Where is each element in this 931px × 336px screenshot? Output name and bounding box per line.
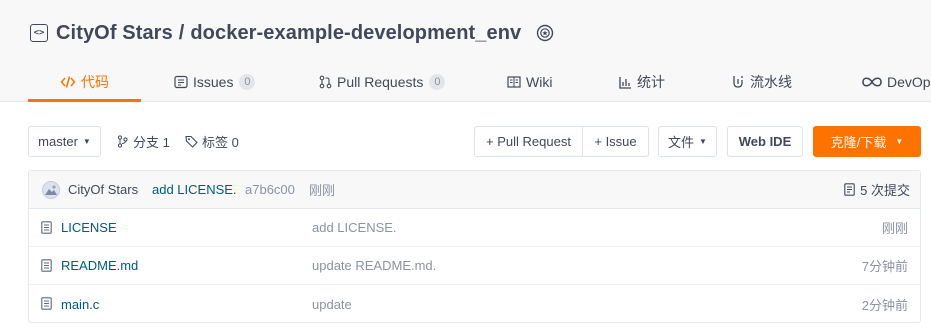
web-ide-button[interactable]: Web IDE <box>727 126 803 157</box>
tab-code[interactable]: 代码 <box>60 62 109 102</box>
file-name-link[interactable]: main.c <box>61 297 99 312</box>
tab-devops-label: DevOp <box>887 74 931 90</box>
commit-count-label: 5 次提交 <box>860 183 910 198</box>
file-commit-message-link[interactable]: add LICENSE. <box>312 220 397 235</box>
repo-code-icon: <> <box>30 24 48 42</box>
branch-select-label: master <box>38 134 78 149</box>
file-icon <box>41 221 52 237</box>
stats-icon <box>619 76 632 89</box>
issues-icon <box>174 75 188 89</box>
tab-wiki-label: Wiki <box>526 74 553 90</box>
commit-sha-link[interactable]: a7b6c00 <box>245 182 295 197</box>
file-icon <box>41 297 52 313</box>
branches-link[interactable]: 分支 1 <box>117 126 170 157</box>
commit-message-link[interactable]: add LICENSE. <box>152 182 237 197</box>
wiki-icon <box>507 76 521 88</box>
branch-select[interactable]: master ▼ <box>28 126 101 157</box>
commit-author-link[interactable]: CityOf Stars <box>68 182 138 197</box>
tags-label: 标签 0 <box>202 135 239 150</box>
file-commit-message-link[interactable]: update README.md. <box>312 258 436 273</box>
file-row[interactable]: main.c update 2分钟前 <box>29 285 920 323</box>
commit-count-link[interactable]: 5 次提交 <box>844 180 910 199</box>
tab-devops[interactable]: DevOp <box>862 62 931 102</box>
tab-code-label: 代码 <box>81 74 109 90</box>
issues-count-badge: 0 <box>239 74 256 90</box>
tab-issues[interactable]: Issues 0 <box>174 62 256 102</box>
file-name-link[interactable]: README.md <box>61 258 138 273</box>
pull-requests-count-badge: 0 <box>429 74 446 90</box>
file-commit-time: 2分钟前 <box>861 297 908 313</box>
caret-down-icon: ▼ <box>699 137 707 146</box>
file-commit-time: 7分钟前 <box>861 259 908 274</box>
repo-title: <> CityOf Stars / docker-example-develop… <box>30 20 555 46</box>
clone-download-button[interactable]: 克隆/下载 ▼ <box>813 126 921 157</box>
file-commit-message-link[interactable]: update <box>312 297 352 312</box>
new-issue-button[interactable]: + Issue <box>582 126 649 157</box>
tab-stats[interactable]: 统计 <box>619 62 665 102</box>
tag-icon <box>185 135 198 148</box>
tab-pipeline-label: 流水线 <box>750 74 792 90</box>
code-icon <box>60 75 76 89</box>
tab-stats-label: 统计 <box>637 74 665 90</box>
file-icon <box>41 259 52 275</box>
repo-separator: / <box>178 21 185 44</box>
file-name-link[interactable]: LICENSE <box>61 220 117 235</box>
file-list: CityOf Stars add LICENSE. a7b6c00 刚刚 5 次… <box>28 170 921 323</box>
commit-time: 刚刚 <box>309 183 336 198</box>
caret-down-icon: ▼ <box>82 137 91 146</box>
active-tab-indicator <box>28 99 141 102</box>
pull-request-icon <box>319 75 332 89</box>
tab-wiki[interactable]: Wiki <box>507 62 552 102</box>
branches-label: 分支 1 <box>133 135 170 150</box>
file-row[interactable]: README.md update README.md. 7分钟前 <box>29 247 920 285</box>
tab-issues-label: Issues <box>193 74 234 90</box>
pipeline-icon <box>731 75 745 89</box>
tab-pull-requests-label: Pull Requests <box>337 74 424 90</box>
file-commit-time: 刚刚 <box>881 221 908 236</box>
file-row[interactable]: LICENSE add LICENSE. 刚刚 <box>29 209 920 247</box>
repo-name-link[interactable]: docker-example-development_env <box>190 22 521 45</box>
branch-icon <box>117 135 128 148</box>
new-pull-request-button[interactable]: + Pull Request <box>474 126 583 157</box>
file-menu-button[interactable]: 文件 ▼ <box>658 126 717 157</box>
devops-icon <box>862 76 882 88</box>
repo-owner-link[interactable]: CityOf Stars <box>56 22 173 45</box>
author-avatar[interactable] <box>42 181 60 199</box>
file-menu-label: 文件 <box>668 135 695 150</box>
caret-down-icon: ▼ <box>895 137 904 146</box>
tags-link[interactable]: 标签 0 <box>185 126 239 157</box>
repo-tabs: 代码 Issues 0 Pull Requests 0 Wiki 统计 流水线 … <box>0 62 931 102</box>
recommend-badge-icon[interactable] <box>535 23 555 43</box>
tab-pull-requests[interactable]: Pull Requests 0 <box>319 62 446 102</box>
tab-pipeline[interactable]: 流水线 <box>731 62 792 102</box>
clone-download-label: 克隆/下载 <box>830 135 887 150</box>
latest-commit-bar: CityOf Stars add LICENSE. a7b6c00 刚刚 5 次… <box>29 171 920 209</box>
repo-header: <> CityOf Stars / docker-example-develop… <box>0 0 931 102</box>
commits-icon <box>844 183 855 196</box>
